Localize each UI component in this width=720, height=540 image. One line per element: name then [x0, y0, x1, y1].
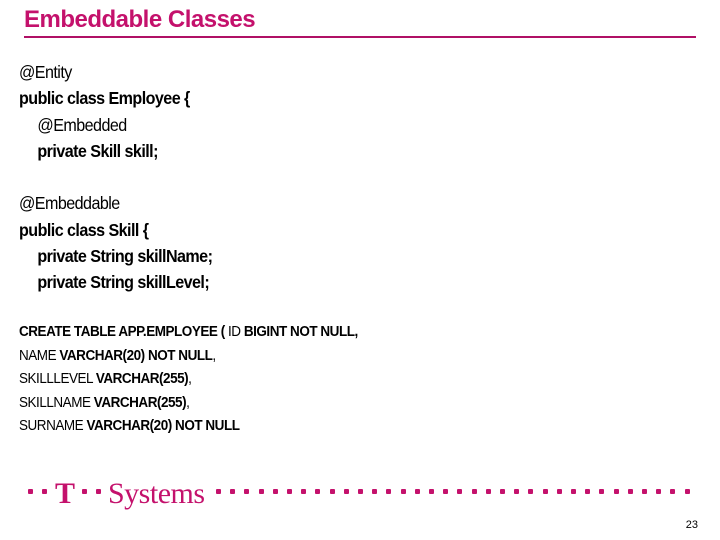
logo-dot [386, 489, 391, 494]
code-line: @Entity [19, 59, 212, 85]
logo-dot [656, 489, 661, 494]
sql-token: SURNAME [19, 418, 87, 434]
logo-dot [642, 489, 647, 494]
logo-dot [486, 489, 491, 494]
logo-dots-right [216, 489, 690, 494]
logo-dot [259, 489, 264, 494]
java-code-block: @Entity public class Employee { @Embedded p… [19, 59, 213, 296]
code-line: public class Skill { [19, 217, 212, 243]
logo-dot [685, 489, 690, 494]
page-number: 23 [685, 519, 698, 531]
logo-dot [401, 489, 406, 494]
sql-token: NAME [19, 347, 60, 364]
sql-line: NAME VARCHAR(20) NOT NULL, [19, 345, 358, 369]
sql-token: VARCHAR(20) NOT NULL [86, 418, 240, 434]
code-token: @Embedded [37, 114, 127, 135]
code-line: private String skillLevel; [19, 269, 212, 295]
sql-token: , [188, 371, 192, 387]
code-line: private String skillName; [19, 243, 213, 269]
logo-dot [670, 489, 675, 494]
logo-dot [429, 489, 434, 494]
sql-token: SKILLLEVEL [19, 371, 96, 387]
code-line: public class Employee { [19, 85, 212, 111]
logo-dot [301, 489, 306, 494]
logo-dot [82, 489, 87, 494]
sql-token: BIGINT NOT NULL, [243, 324, 358, 340]
logo-dot [372, 489, 377, 494]
sql-token: , [212, 347, 216, 364]
sql-code-block: CREATE TABLE APP.EMPLOYEE ( ID BIGINT NO… [19, 321, 358, 439]
sql-line: SKILLNAME VARCHAR(255), [19, 392, 358, 416]
sql-token: CREATE TABLE APP.EMPLOYEE ( [19, 324, 229, 340]
sql-line: SURNAME VARCHAR(20) NOT NULL [19, 415, 358, 439]
logo-dot [42, 489, 47, 494]
slide-title: Embeddable Classes [24, 6, 256, 33]
code-token: @Entity [19, 62, 72, 82]
sql-line: CREATE TABLE APP.EMPLOYEE ( ID BIGINT NO… [19, 321, 358, 345]
logo-dot [315, 489, 320, 494]
logo-dot [287, 489, 292, 494]
logo-dot [216, 489, 221, 494]
logo-dot [96, 489, 101, 494]
logo-dot [528, 489, 533, 494]
logo-dot [500, 489, 505, 494]
code-line: @Embedded [19, 112, 212, 138]
logo-dot [571, 489, 576, 494]
sql-line: SKILLLEVEL VARCHAR(255), [19, 368, 358, 392]
sql-token: VARCHAR(255) [95, 371, 189, 387]
sql-token: ID [228, 324, 244, 340]
logo-dot [415, 489, 420, 494]
code-token: public class Employee { [19, 88, 190, 109]
logo-t-letter: T [55, 477, 75, 510]
logo-dot [330, 489, 335, 494]
logo-dot [358, 489, 363, 494]
logo-dot [614, 489, 619, 494]
code-token: @Embeddable [19, 193, 120, 214]
code-line: private Skill skill; [19, 138, 212, 164]
sql-token: SKILLNAME [19, 394, 94, 411]
logo-dot [28, 489, 33, 494]
code-token: public class Skill { [19, 219, 149, 240]
code-token: private Skill skill; [37, 140, 158, 161]
logo-dot [557, 489, 562, 494]
logo-dot [457, 489, 462, 494]
t-systems-logo: T Systems [28, 477, 690, 510]
logo-dot [543, 489, 548, 494]
logo-dot [443, 489, 448, 494]
logo-dot [344, 489, 349, 494]
sql-token: VARCHAR(255) [93, 394, 187, 411]
title-underline [24, 36, 696, 38]
logo-dot [599, 489, 604, 494]
logo-wordmark: Systems [108, 477, 205, 510]
code-line: @Embeddable [19, 190, 212, 216]
logo-dot [628, 489, 633, 494]
logo-dot [273, 489, 278, 494]
logo-dot [244, 489, 249, 494]
sql-token: , [186, 394, 190, 411]
logo-dot [230, 489, 235, 494]
logo-dot [514, 489, 519, 494]
code-token: private String skillName; [37, 246, 213, 267]
sql-token: VARCHAR(20) NOT NULL [59, 347, 213, 364]
code-token: private String skillLevel; [37, 272, 210, 293]
logo-dot [585, 489, 590, 494]
logo-dot [472, 489, 477, 494]
